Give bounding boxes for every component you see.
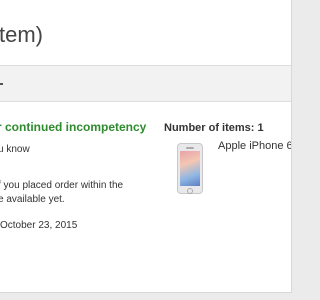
order-date: October 23, 2015: [0, 220, 78, 231]
phone-home-button: [187, 188, 193, 194]
phone-screen: [180, 151, 200, 186]
message-line: u know: [0, 144, 30, 155]
order-card: tem) r continued incompetency u know f y…: [0, 0, 292, 293]
phone-speaker: [186, 147, 194, 149]
message-line: e available yet.: [0, 194, 65, 205]
iphone-product-image[interactable]: [177, 143, 203, 194]
order-status: r continued incompetency: [0, 120, 147, 134]
page-title: tem): [0, 22, 43, 47]
product-name-link[interactable]: Apple iPhone 6s P: [218, 140, 291, 152]
items-count: Number of items: 1: [164, 122, 264, 134]
message-line: f you placed order within the: [0, 180, 124, 191]
order-details: r continued incompetency u know f you pl…: [0, 102, 291, 292]
page-header: tem): [0, 0, 291, 66]
section-band-marker: [0, 83, 3, 85]
section-band: [0, 66, 291, 102]
